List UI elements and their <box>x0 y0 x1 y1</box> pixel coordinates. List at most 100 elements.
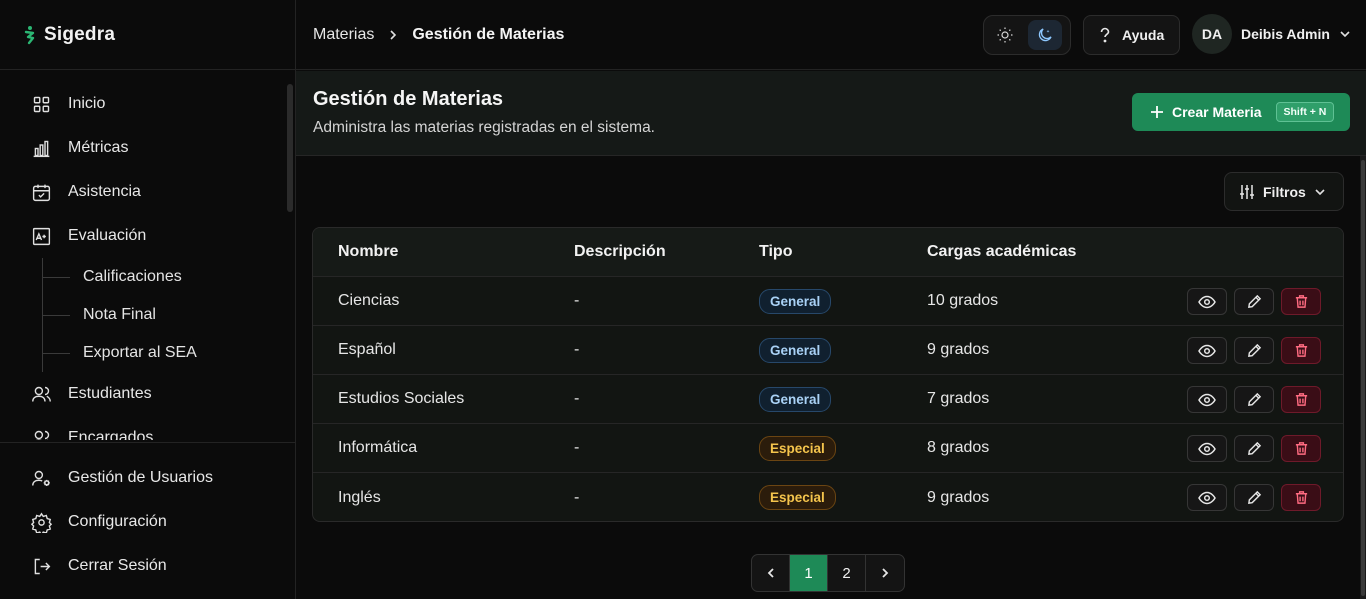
column-header-tipo[interactable]: Tipo <box>759 228 792 276</box>
filters-button[interactable]: Filtros <box>1224 172 1344 211</box>
logo[interactable]: Sigedra <box>0 0 295 70</box>
subject-loads: 7 grados <box>927 390 990 407</box>
delete-button[interactable] <box>1281 288 1321 315</box>
previous-page-button[interactable] <box>752 555 790 591</box>
sidebar-item-label: Inicio <box>68 95 106 112</box>
chevron-left-icon <box>767 568 774 578</box>
subject-name: Ciencias <box>338 292 400 309</box>
edit-button[interactable] <box>1234 337 1274 364</box>
row-actions <box>1187 484 1321 511</box>
delete-button[interactable] <box>1281 435 1321 462</box>
question-icon <box>1100 27 1110 43</box>
plus-icon <box>1151 106 1163 118</box>
pencil-icon <box>1247 441 1261 455</box>
pencil-icon <box>1247 392 1261 406</box>
evaluacion-submenu: Calificaciones Nota Final Exportar al SE… <box>42 258 295 372</box>
create-subject-label: Crear Materia <box>1172 104 1262 120</box>
grid-icon <box>33 96 50 112</box>
chevron-right-icon <box>390 29 397 40</box>
dark-theme-button[interactable] <box>1028 20 1062 50</box>
sidebar: Sigedra Inicio Métricas Asistencia Evalu… <box>0 0 296 599</box>
breadcrumb-parent[interactable]: Materias <box>313 26 374 44</box>
view-button[interactable] <box>1187 288 1227 315</box>
subject-loads: 9 grados <box>927 341 990 358</box>
sidebar-subitem-exportar-sea[interactable]: Exportar al SEA <box>42 334 295 372</box>
column-header-cargas[interactable]: Cargas académicas <box>927 228 1076 276</box>
breadcrumb-current: Gestión de Materias <box>412 25 565 43</box>
view-button[interactable] <box>1187 435 1227 462</box>
avatar: DA <box>1192 14 1232 54</box>
subject-name: Informática <box>338 439 418 456</box>
subject-type: General <box>759 375 832 423</box>
view-button[interactable] <box>1187 484 1227 511</box>
sidebar-item-metricas[interactable]: Métricas <box>0 126 295 170</box>
subject-type: General <box>759 277 832 325</box>
subject-description: - <box>574 439 580 456</box>
edit-button[interactable] <box>1234 484 1274 511</box>
sidebar-item-gestion-usuarios[interactable]: Gestión de Usuarios <box>0 456 295 500</box>
edit-button[interactable] <box>1234 288 1274 315</box>
sidebar-item-asistencia[interactable]: Asistencia <box>0 170 295 214</box>
column-header-descripcion[interactable]: Descripción <box>574 228 666 276</box>
sidebar-item-estudiantes[interactable]: Estudiantes <box>0 372 295 416</box>
sidebar-scrollbar[interactable] <box>287 84 293 212</box>
sidebar-subitem-nota-final[interactable]: Nota Final <box>42 296 295 334</box>
sidebar-item-inicio[interactable]: Inicio <box>0 82 295 126</box>
page-button-2[interactable]: 2 <box>828 555 866 591</box>
table-row: Estudios Sociales - General 7 grados <box>313 375 1343 424</box>
sidebar-item-label: Evaluación <box>68 227 147 244</box>
trash-icon <box>1295 491 1307 504</box>
next-page-button[interactable] <box>866 555 904 591</box>
row-actions <box>1187 386 1321 413</box>
sidebar-item-label: Asistencia <box>68 183 141 200</box>
keyboard-shortcut: Shift + N <box>1275 102 1335 122</box>
type-badge: Especial <box>759 485 836 510</box>
breadcrumb: Materias Gestión de Materias <box>313 26 564 44</box>
sidebar-item-evaluacion[interactable]: Evaluación <box>0 214 295 258</box>
moon-icon <box>1038 28 1052 42</box>
page-header: Gestión de Materias Administra las mater… <box>296 71 1366 156</box>
sidebar-bottom: Gestión de Usuarios Configuración Cerrar… <box>0 442 295 588</box>
user-menu[interactable]: DA Deibis Admin <box>1192 14 1351 54</box>
subject-name: Español <box>338 341 396 358</box>
sidebar-item-label: Encargados <box>68 429 154 440</box>
row-actions <box>1187 435 1321 462</box>
type-badge: General <box>759 288 832 314</box>
edit-button[interactable] <box>1234 386 1274 413</box>
trash-icon <box>1295 344 1307 357</box>
sidebar-item-encargados[interactable]: Encargados <box>0 416 295 440</box>
delete-button[interactable] <box>1281 337 1321 364</box>
sun-icon <box>997 27 1013 43</box>
sidebar-item-label: Estudiantes <box>68 385 152 402</box>
view-button[interactable] <box>1187 337 1227 364</box>
page-title: Gestión de Materias <box>313 88 504 110</box>
bar-chart-icon <box>33 140 50 157</box>
eye-icon <box>1198 442 1216 455</box>
app-name: Sigedra <box>44 23 116 45</box>
sidebar-item-label: Configuración <box>68 513 167 530</box>
main-scrollbar[interactable] <box>1361 160 1365 596</box>
filters-label: Filtros <box>1263 183 1306 200</box>
help-button[interactable]: Ayuda <box>1083 15 1180 55</box>
table-header-row: Nombre Descripción Tipo Cargas académica… <box>313 228 1343 277</box>
light-theme-button[interactable] <box>988 20 1022 50</box>
row-actions <box>1187 337 1321 364</box>
delete-button[interactable] <box>1281 386 1321 413</box>
trash-icon <box>1295 295 1307 308</box>
page-button-1[interactable]: 1 <box>790 555 828 591</box>
trash-icon <box>1295 442 1307 455</box>
delete-button[interactable] <box>1281 484 1321 511</box>
user-name: Deibis Admin <box>1241 26 1330 42</box>
chevron-down-icon <box>1340 31 1350 38</box>
type-badge: General <box>759 337 832 363</box>
column-header-nombre[interactable]: Nombre <box>338 228 398 276</box>
sidebar-subitem-calificaciones[interactable]: Calificaciones <box>42 258 295 296</box>
sidebar-item-cerrar-sesion[interactable]: Cerrar Sesión <box>0 544 295 588</box>
view-button[interactable] <box>1187 386 1227 413</box>
subject-description: - <box>574 390 580 407</box>
type-badge: Especial <box>759 435 836 461</box>
sidebar-item-configuracion[interactable]: Configuración <box>0 500 295 544</box>
grade-icon <box>32 227 51 245</box>
create-subject-button[interactable]: Crear Materia Shift + N <box>1132 93 1350 131</box>
edit-button[interactable] <box>1234 435 1274 462</box>
